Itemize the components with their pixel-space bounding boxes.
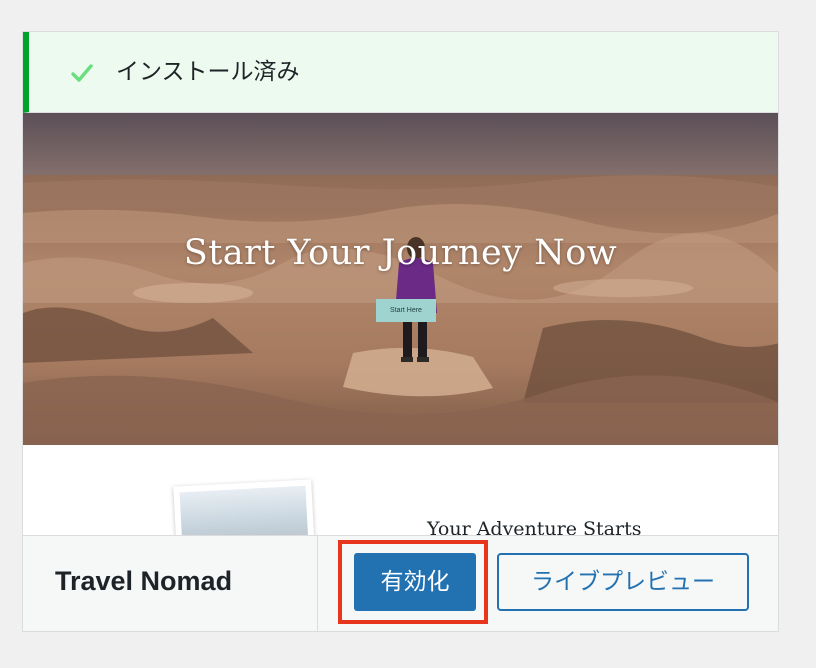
desert-landscape-image — [23, 113, 778, 445]
theme-footer: Travel Nomad 有効化 ライブプレビュー — [23, 535, 778, 631]
hero-image: Start Your Journey Now Start Here — [23, 113, 778, 445]
check-icon — [71, 64, 93, 82]
screenshot-lower-section: Your Adventure Starts — [23, 445, 778, 535]
installed-notice: インストール済み — [23, 32, 778, 113]
photo-thumbnail — [173, 479, 315, 535]
hero-start-button: Start Here — [376, 299, 436, 322]
footer-divider — [317, 536, 318, 631]
photo-thumbnail-image — [179, 485, 309, 535]
theme-card[interactable]: インストール済み Start Your Journey Now Start He… — [22, 31, 779, 632]
theme-name: Travel Nomad — [55, 566, 233, 596]
notice-text: インストール済み — [116, 59, 300, 85]
theme-screenshot[interactable]: Start Your Journey Now Start Here Your A… — [23, 113, 778, 535]
activate-button[interactable]: 有効化 — [354, 553, 476, 611]
hero-title: Start Your Journey Now — [183, 233, 618, 273]
live-preview-button[interactable]: ライブプレビュー — [497, 553, 749, 611]
section-heading: Your Adventure Starts — [427, 518, 642, 535]
